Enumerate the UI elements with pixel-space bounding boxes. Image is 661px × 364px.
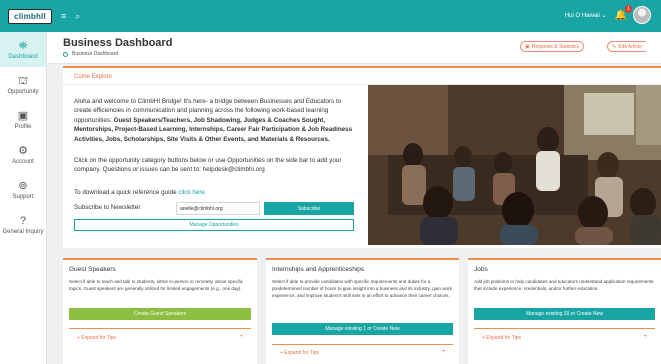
breadcrumb-current[interactable]: Business Dashboard — [72, 51, 118, 57]
user-name: Hui O Hawaii — [564, 12, 600, 19]
come-explore-card: Come Explore Aloha and welcome to ClimbH… — [63, 66, 661, 248]
sidebar-item-label: Opportunity — [7, 88, 39, 95]
tips-divider — [272, 344, 453, 345]
sidebar-item-support[interactable]: ⊚ Support — [0, 172, 46, 207]
page-title: Business Dashboard — [63, 37, 173, 49]
helpdesk-email-link[interactable]: helpdesk@climbhi.org — [203, 166, 265, 173]
tips-divider — [69, 328, 251, 329]
sidebar-item-label: General Inquiry — [2, 228, 44, 235]
sidebar-item-label: Dashboard — [8, 53, 38, 60]
dashboard-icon: ⛯ — [18, 39, 28, 52]
breadcrumb: Business Dashboard — [63, 51, 118, 57]
welcome-text: Aloha and welcome to ClimbHI Bridge! It'… — [74, 97, 354, 144]
notification-badge: 1 — [625, 4, 632, 13]
breadcrumb-home-icon — [63, 51, 68, 57]
climbhi-logo[interactable]: climbhll — [8, 8, 52, 24]
manage-jobs-button[interactable]: Manage existing 20 or Create New — [474, 308, 655, 320]
opportunity-list: Guest Speakers/Teachers, Job Shadowing, … — [74, 116, 353, 143]
manage-opportunities-button[interactable]: Manage Opportunities — [74, 219, 354, 231]
subscribe-label: Subscribe to Newsletter — [74, 204, 141, 211]
question-icon: ? — [19, 214, 27, 227]
subscribe-button[interactable]: Subscribe — [264, 202, 354, 215]
panel-description: Select if able to teach and talk to stud… — [69, 279, 244, 292]
guide-plain: To download a quick reference guide — [74, 189, 177, 196]
account-gear-icon: ⚙ — [18, 144, 28, 157]
manage-internships-button[interactable]: Manage existing 1 or Create New — [272, 323, 453, 335]
menu-icon[interactable]: ≡ — [61, 11, 66, 21]
sidebar-item-general-inquiry[interactable]: ? General Inquiry — [0, 207, 46, 242]
jobs-panel: Jobs Add job positions to help candidate… — [468, 258, 661, 364]
classroom-photo-graphic — [368, 85, 661, 245]
tips-divider — [474, 328, 655, 329]
edit-article-button[interactable]: ✎ Edit Article — [607, 41, 646, 52]
sidebar-item-account[interactable]: ⚙ Account — [0, 137, 46, 172]
user-menu[interactable]: Hui O Hawaii ⌄ — [565, 12, 607, 19]
expand-tips-link[interactable]: + Expand for Tips — [482, 335, 521, 341]
sidebar: ⛯ Dashboard ⛫ Opportunity ▣ Profile ⚙ Ac… — [0, 32, 47, 364]
opportunity-icon: ⛫ — [17, 74, 29, 87]
guest-speakers-panel: Guest Speakers Select if able to teach a… — [63, 258, 257, 364]
newsletter-email-input[interactable]: anelle@climbhi.org — [176, 202, 260, 215]
notification-bell-icon[interactable]: 🔔 1 — [615, 4, 632, 21]
support-icon: ⊚ — [18, 179, 28, 192]
panel-title: Internships and Apprenticeships — [272, 266, 365, 273]
plus-icon[interactable]: + — [239, 334, 243, 340]
panel-description: Add job positions to help candidates and… — [474, 279, 654, 292]
page-header: Business Dashboard Business Dashboard ▣ … — [47, 32, 661, 64]
sidebar-item-label: Account — [12, 158, 34, 165]
top-bar: climbhll ≡ ⌕ Hui O Hawaii ⌄ 🔔 1 — [0, 0, 661, 32]
guide-text: To download a quick reference guide clic… — [74, 189, 207, 196]
panel-title: Guest Speakers — [69, 266, 116, 273]
edit-article-label: Edit Article — [618, 43, 642, 50]
panel-description: Select if able to provide candidates wit… — [272, 279, 452, 299]
internships-panel: Internships and Apprenticeships Select i… — [266, 258, 459, 364]
sidebar-item-opportunity[interactable]: ⛫ Opportunity — [0, 67, 46, 102]
expand-tips-link[interactable]: + Expand for Tips — [77, 335, 116, 341]
requests-statistics-button[interactable]: ▣ Requests & Statistics — [520, 41, 584, 52]
plus-icon[interactable]: + — [643, 334, 647, 340]
requests-statistics-label: Requests & Statistics — [531, 43, 579, 50]
card-title: Come Explore — [74, 74, 113, 80]
avatar[interactable] — [633, 6, 651, 24]
classroom-photo — [368, 85, 661, 245]
guide-link[interactable]: click here. — [178, 189, 206, 196]
search-icon[interactable]: ⌕ — [75, 11, 80, 22]
panel-title: Jobs — [474, 266, 488, 273]
plus-icon[interactable]: + — [441, 349, 445, 355]
create-guest-speakers-button[interactable]: Create Guest Speakers — [69, 308, 251, 320]
sidebar-item-label: Support — [12, 193, 34, 200]
sidebar-item-label: Profile — [14, 123, 32, 130]
profile-icon: ▣ — [17, 109, 29, 122]
sidebar-item-profile[interactable]: ▣ Profile — [0, 102, 46, 137]
sidebar-item-dashboard[interactable]: ⛯ Dashboard — [0, 32, 46, 67]
expand-tips-link[interactable]: + Expand for Tips — [280, 350, 319, 356]
instructions-text: Click on the opportunity category button… — [74, 156, 354, 175]
chart-icon: ▣ — [525, 43, 530, 50]
edit-icon: ✎ — [612, 43, 617, 50]
